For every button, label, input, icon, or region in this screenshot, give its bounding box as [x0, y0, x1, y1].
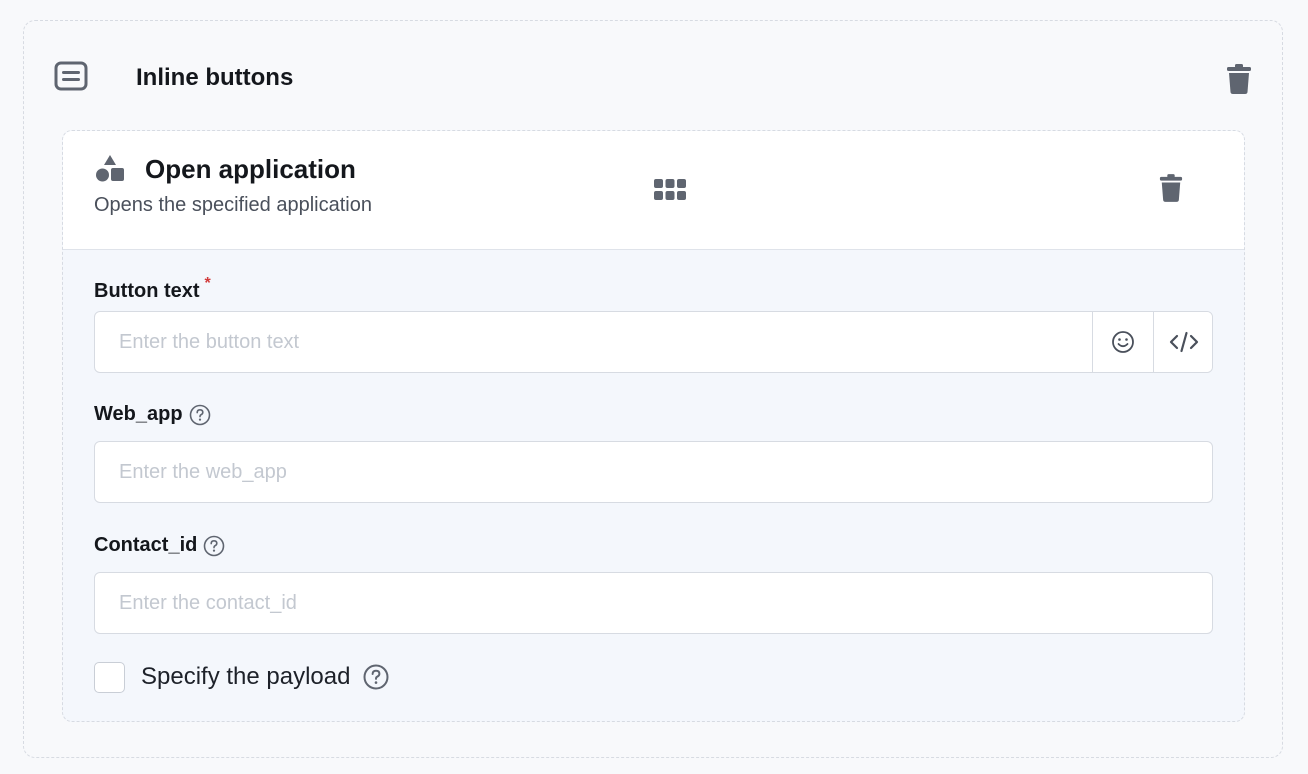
- card-subtitle: Opens the specified application: [94, 194, 372, 216]
- section-header: Inline buttons: [54, 61, 1252, 97]
- contact-id-input-group: [94, 572, 1213, 634]
- web-app-label-text: Web_app: [94, 403, 183, 425]
- required-mark: *: [204, 274, 211, 292]
- card-title: Open application: [145, 154, 356, 184]
- web-app-label: Web_app: [94, 403, 211, 426]
- code-icon: [1169, 331, 1199, 353]
- shapes-icon: [96, 155, 124, 182]
- specify-payload-checkbox[interactable]: [94, 662, 125, 693]
- list-box-icon: [54, 61, 88, 91]
- trash-icon[interactable]: [1226, 64, 1252, 94]
- grid-dots-icon[interactable]: [653, 178, 687, 202]
- emoji-button[interactable]: [1092, 312, 1153, 372]
- button-text-label: Button text *: [94, 275, 211, 303]
- inline-buttons-section: Inline buttons Open application Opens th…: [23, 20, 1283, 758]
- section-title: Inline buttons: [136, 64, 294, 91]
- card-header: Open application Opens the specified app…: [63, 131, 1244, 250]
- help-circle-icon[interactable]: [363, 664, 389, 690]
- code-button[interactable]: [1153, 312, 1212, 372]
- open-application-card: Open application Opens the specified app…: [62, 130, 1245, 722]
- button-text-input-group: [94, 311, 1213, 373]
- contact-id-label-text: Contact_id: [94, 534, 198, 556]
- smiley-icon: [1112, 331, 1134, 353]
- help-circle-icon[interactable]: [203, 535, 225, 557]
- web-app-input[interactable]: [95, 442, 1212, 502]
- button-text-label-text: Button text: [94, 280, 200, 302]
- web-app-input-group: [94, 441, 1213, 503]
- help-circle-icon[interactable]: [189, 404, 211, 426]
- contact-id-label: Contact_id: [94, 534, 225, 557]
- trash-icon[interactable]: [1159, 174, 1183, 202]
- contact-id-input[interactable]: [95, 573, 1212, 633]
- button-text-input[interactable]: [95, 312, 1092, 372]
- specify-payload-label[interactable]: Specify the payload: [141, 663, 350, 691]
